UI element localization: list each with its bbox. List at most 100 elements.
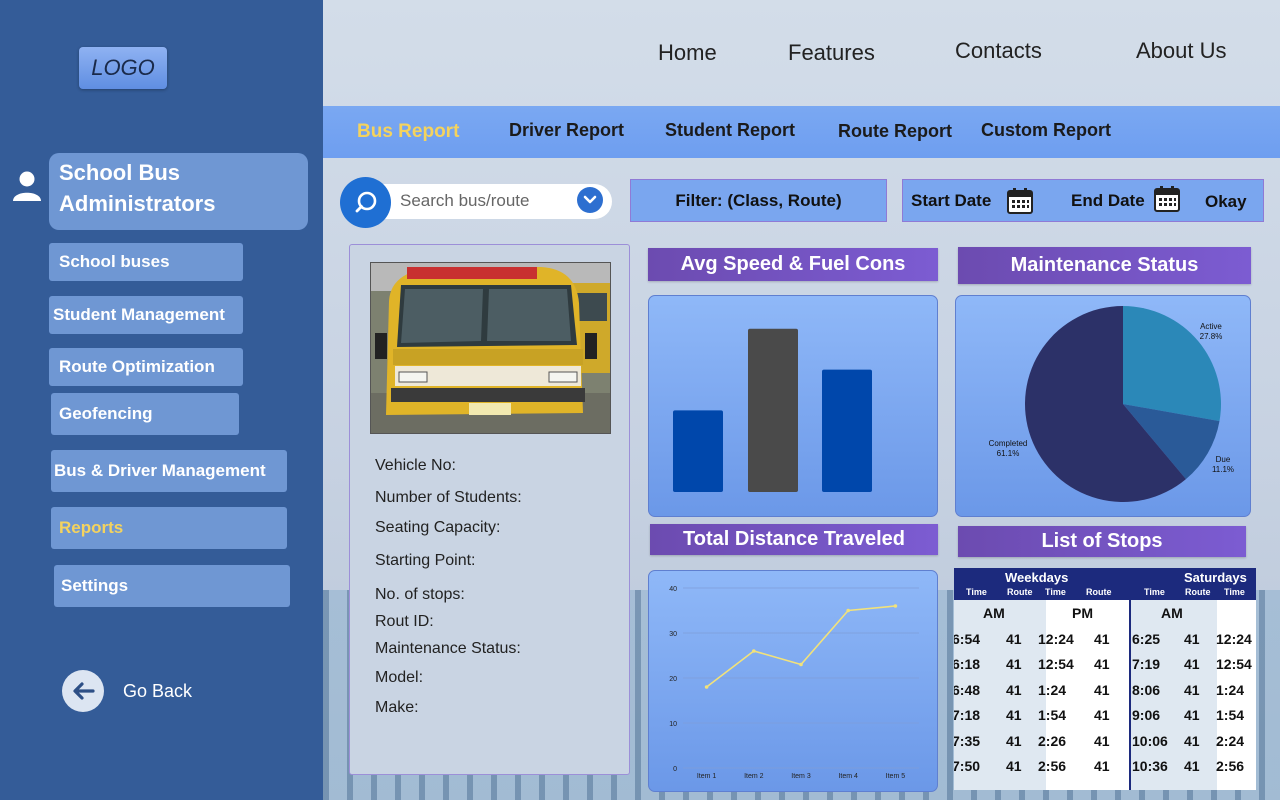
tab-custom-report[interactable]: Custom Report — [981, 120, 1111, 141]
calendar-icon[interactable] — [1153, 185, 1181, 213]
sidebar-item-label: Student Management — [53, 305, 225, 324]
table-cell: 7:35 — [954, 733, 981, 749]
table-cell: 41 — [1006, 707, 1022, 723]
start-date-label[interactable]: Start Date — [911, 191, 991, 211]
starting-point-label: Starting Point: — [375, 552, 476, 569]
data-point — [704, 685, 709, 689]
sidebar-item-geofencing[interactable]: Geofencing — [51, 393, 239, 435]
tab-route-report[interactable]: Route Report — [838, 121, 952, 142]
table-cell: 7:19 — [1132, 656, 1161, 672]
table-cell: 1:54 — [1038, 707, 1067, 723]
y-tick-label: 0 — [673, 766, 677, 773]
table-cell: 6:25 — [1132, 631, 1161, 647]
table-cell: 1:24 — [1038, 682, 1067, 698]
search-button[interactable] — [340, 177, 391, 228]
data-point — [752, 649, 756, 653]
table-cell: 9:06 — [1132, 707, 1161, 723]
date-range: Start Date End Date Okay — [902, 179, 1264, 222]
go-back-button[interactable]: Go Back — [62, 670, 192, 712]
series-line — [706, 605, 896, 688]
make-label: Make: — [375, 699, 419, 716]
okay-button[interactable]: Okay — [1205, 192, 1247, 212]
table-cell: 41 — [1184, 733, 1200, 749]
x-tick-label: Item 4 — [838, 773, 858, 780]
table-cell: 41 — [1006, 758, 1022, 774]
pie-label: Completed — [989, 439, 1028, 448]
weekdays-header: Weekdays — [1005, 570, 1069, 585]
tab-student-report[interactable]: Student Report — [665, 120, 795, 141]
table-cell: 1:24 — [1216, 682, 1245, 698]
table-cell: 2:56 — [1038, 758, 1067, 774]
table-cell: 41 — [1006, 733, 1022, 749]
sidebar-item-settings[interactable]: Settings — [54, 565, 290, 607]
table-cell: 41 — [1184, 758, 1200, 774]
table-cell: 41 — [1094, 682, 1110, 698]
tab-driver-report[interactable]: Driver Report — [509, 120, 624, 141]
total-distance-chart: 0 10 20 30 40 Item 1 Item 2 Item 3 Item 4 Item 5 — [648, 570, 938, 792]
col-header: Route — [1185, 587, 1211, 597]
table-cell: 41 — [1094, 758, 1110, 774]
table-cell: 10:06 — [1132, 733, 1168, 749]
number-of-stops-label: No. of stops: — [375, 586, 465, 603]
table-cell: 41 — [1184, 707, 1200, 723]
col-header: Route — [1086, 587, 1112, 597]
back-arrow-icon — [62, 670, 104, 712]
chevron-down-icon[interactable] — [577, 187, 603, 213]
sidebar-item-reports[interactable]: Reports — [51, 507, 287, 549]
table-cell: 6:48 — [954, 682, 981, 698]
col-header: Time — [1224, 587, 1245, 597]
nav-about-us[interactable]: About Us — [1136, 38, 1227, 64]
sidebar-item-school-buses[interactable]: School buses — [49, 243, 243, 281]
vehicle-no-label: Vehicle No: — [375, 457, 456, 474]
end-date-label[interactable]: End Date — [1071, 191, 1145, 211]
pie-value-label: 61.1% — [997, 449, 1020, 458]
x-tick-label: Item 2 — [744, 773, 764, 780]
am-label: AM — [1161, 605, 1183, 621]
col-header: Time — [1045, 587, 1066, 597]
route-id-label: Rout ID: — [375, 613, 434, 630]
sidebar-item-route-optimization[interactable]: Route Optimization — [49, 348, 243, 386]
sidebar-item-label: Reports — [59, 518, 124, 537]
seating-capacity-label: Seating Capacity: — [375, 519, 501, 536]
vehicle-card: Vehicle No: Number of Students: Seating … — [349, 244, 630, 775]
table-cell: 41 — [1094, 631, 1110, 647]
sidebar-item-student-management[interactable]: Student Management — [49, 296, 243, 334]
x-tick-label: Item 5 — [886, 773, 906, 780]
sidebar-item-label: School buses — [59, 252, 170, 271]
nav-home[interactable]: Home — [658, 40, 717, 66]
col-header: Route — [1007, 587, 1033, 597]
search-icon — [355, 191, 376, 212]
table-cell: 41 — [1006, 656, 1022, 672]
data-point — [799, 662, 803, 667]
tab-bus-report[interactable]: Bus Report — [357, 121, 459, 143]
maintenance-status-chart: Active 27.8% Due 11.1% Completed 61.1% — [955, 295, 1251, 517]
table-cell: 41 — [1184, 682, 1200, 698]
logo[interactable]: LOGO — [79, 47, 167, 89]
table-cell: 41 — [1006, 682, 1022, 698]
search-input[interactable] — [400, 191, 580, 211]
report-tabs: Bus Report Driver Report Student Report … — [323, 106, 1280, 158]
avg-speed-title: Avg Speed & Fuel Cons — [648, 248, 938, 281]
data-point — [846, 608, 850, 613]
table-cell: 7:50 — [954, 758, 981, 774]
table-cell: 12:24 — [1216, 631, 1252, 647]
nav-contacts[interactable]: Contacts — [955, 38, 1042, 64]
bar — [748, 328, 798, 492]
table-cell: 41 — [1094, 733, 1110, 749]
list-of-stops-title: List of Stops — [958, 526, 1246, 557]
y-tick-label: 10 — [669, 721, 677, 728]
maintenance-status-title: Maintenance Status — [958, 247, 1251, 284]
table-cell: 2:24 — [1216, 733, 1245, 749]
nav-features[interactable]: Features — [788, 40, 875, 66]
table-cell: 6:18 — [954, 656, 981, 672]
sidebar: LOGO School Bus Administrators School bu… — [0, 0, 323, 800]
sidebar-item-bus-driver-management[interactable]: Bus & Driver Management — [51, 450, 287, 492]
pie-label: Active — [1200, 322, 1222, 331]
total-distance-title: Total Distance Traveled — [650, 524, 938, 555]
search-bar — [378, 184, 612, 219]
filter-button[interactable]: Filter: (Class, Route) — [630, 179, 887, 222]
pie-value-label: 27.8% — [1200, 332, 1223, 341]
calendar-icon[interactable] — [1006, 187, 1034, 215]
table-cell: 41 — [1094, 707, 1110, 723]
am-label: AM — [983, 605, 1005, 621]
